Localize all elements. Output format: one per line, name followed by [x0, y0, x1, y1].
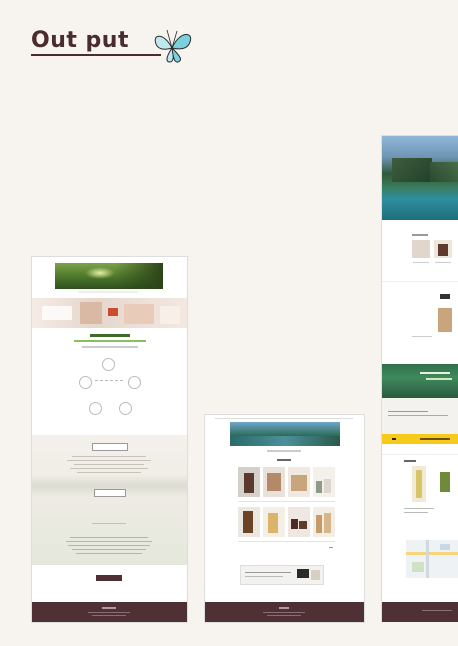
section-label	[92, 443, 128, 451]
footer	[32, 602, 187, 622]
product-card[interactable]	[263, 507, 285, 537]
product-card[interactable]	[238, 507, 260, 537]
product-card[interactable]	[238, 467, 260, 497]
promo-bar[interactable]	[382, 434, 458, 444]
page-title: Out put	[31, 28, 129, 53]
feature-icon	[102, 358, 115, 371]
lake-hero-image	[230, 422, 340, 446]
store-interior-image	[32, 298, 187, 328]
product-card[interactable]	[263, 467, 285, 497]
product-thumb[interactable]	[412, 240, 430, 258]
footer	[205, 602, 364, 622]
bottle-product-image	[412, 466, 426, 502]
feature-icon	[89, 402, 102, 415]
product-card[interactable]	[288, 507, 310, 537]
sale-banner[interactable]	[240, 565, 324, 585]
wood-product-image	[438, 308, 452, 332]
map-image[interactable]	[406, 540, 458, 578]
middle-page-mockup	[204, 414, 365, 623]
mountain-lake-image	[382, 136, 458, 220]
butterfly-icon	[154, 29, 192, 63]
product-card[interactable]	[313, 467, 335, 497]
right-page-mockup	[381, 135, 458, 622]
feature-icon	[128, 376, 141, 389]
product-card[interactable]	[313, 507, 335, 537]
left-page-mockup	[31, 256, 188, 623]
feature-icon	[119, 402, 132, 415]
forest-hero-image	[55, 263, 163, 289]
leaf-decoration	[92, 511, 126, 524]
forest-band-image	[382, 364, 458, 398]
feature-icon	[79, 376, 92, 389]
title-underline	[31, 54, 161, 56]
footer	[382, 602, 458, 622]
section-label	[94, 489, 126, 497]
product-thumb[interactable]	[434, 240, 452, 258]
more-button[interactable]	[96, 575, 122, 581]
product-card[interactable]	[288, 467, 310, 497]
